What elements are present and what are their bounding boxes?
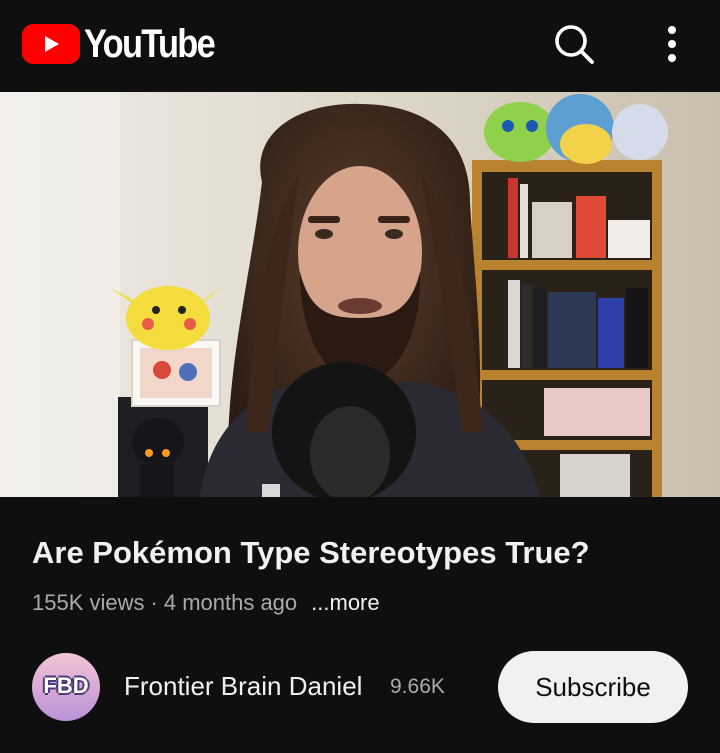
subscribe-button[interactable]: Subscribe bbox=[498, 651, 688, 723]
more-description-link[interactable]: ...more bbox=[311, 590, 379, 615]
upload-age: 4 months ago bbox=[163, 590, 298, 615]
subscriber-count: 9.66K bbox=[390, 675, 445, 698]
channel-avatar[interactable]: FBD bbox=[32, 653, 100, 721]
top-app-bar: YouTube bbox=[0, 0, 720, 92]
video-title[interactable]: Are Pokémon Type Stereotypes True? bbox=[32, 533, 692, 573]
video-metadata: 155K views · 4 months ago ...more bbox=[32, 589, 380, 617]
video-player[interactable] bbox=[0, 92, 720, 497]
video-frame-image bbox=[0, 92, 720, 497]
youtube-logo[interactable]: YouTube bbox=[22, 22, 235, 66]
channel-name[interactable]: Frontier Brain Daniel bbox=[124, 671, 362, 702]
video-info-panel: Are Pokémon Type Stereotypes True? 155K … bbox=[0, 497, 720, 753]
channel-row: FBD Frontier Brain Daniel 9.66K Subscrib… bbox=[32, 651, 688, 723]
more-vert-icon bbox=[668, 26, 676, 62]
youtube-play-icon bbox=[22, 24, 80, 64]
logo-wordmark: YouTube bbox=[84, 21, 216, 66]
meta-separator: · bbox=[150, 590, 158, 615]
avatar-initials: FBD bbox=[43, 673, 89, 698]
more-options-button[interactable] bbox=[644, 16, 700, 72]
search-button[interactable] bbox=[546, 16, 602, 72]
search-icon bbox=[555, 25, 594, 64]
view-count: 155K views bbox=[32, 590, 145, 615]
